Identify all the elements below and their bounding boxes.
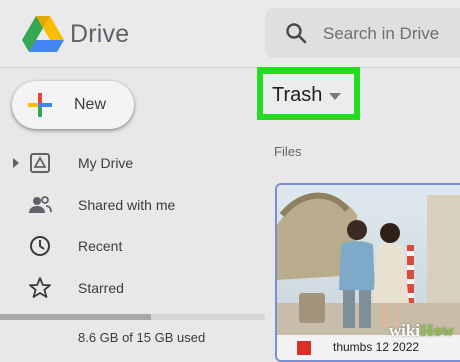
people-icon [29,196,52,213]
sidebar-item-label: Starred [78,280,124,296]
main-content: Trash Files thumbs 12 2022 [257,67,460,362]
caret-down-icon[interactable] [329,93,341,100]
storage-bar [0,314,265,320]
sidebar-item-recent[interactable]: Recent [0,231,265,261]
search-input[interactable]: Search in Drive [265,8,460,58]
search-placeholder: Search in Drive [323,24,440,43]
location-label: Trash [272,84,323,106]
storage-usage-text: 8.6 GB of 15 GB used [78,330,206,345]
sidebar-item-my-drive[interactable]: My Drive [0,148,265,178]
watermark-part-a: wiki [388,321,420,340]
new-button-label: New [74,96,107,113]
sidebar-item-label: My Drive [78,155,134,171]
sidebar-item-label: Recent [78,238,123,254]
google-drive-logo[interactable] [22,16,64,52]
my-drive-icon [30,153,50,173]
wikihow-watermark: wikiHow [389,321,454,341]
storage-bar-fill [0,314,152,320]
sidebar-item-shared-with-me[interactable]: Shared with me [0,190,265,220]
expand-arrow-icon[interactable] [12,157,20,169]
watermark-part-b: How [420,321,454,340]
file-name: thumbs 12 2022 [333,340,420,354]
app-title: Drive [70,20,130,48]
clock-icon [30,236,50,256]
sidebar-item-label: Shared with me [78,197,176,213]
top-bar: Drive Search in Drive [0,0,460,68]
location-dropdown[interactable]: Trash [263,74,354,114]
star-icon [29,277,51,298]
sidebar: New My Drive Shared with me Recent Starr… [0,68,265,345]
image-file-icon [297,341,311,355]
sidebar-item-starred[interactable]: Starred [0,273,265,303]
image-thumbnail [277,185,460,335]
new-button[interactable]: New [12,81,134,129]
plus-icon [28,93,52,117]
search-icon[interactable] [285,22,307,44]
section-heading: Files [274,144,302,159]
